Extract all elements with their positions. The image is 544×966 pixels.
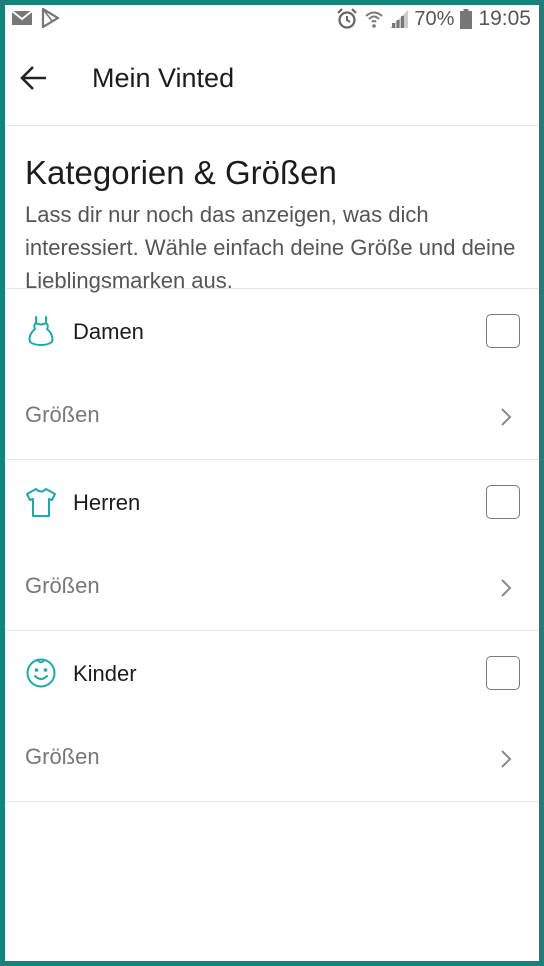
status-bar: 70% 19:05 [5,5,539,39]
chevron-right-icon [501,408,512,426]
app-screen: 70% 19:05 Mein Vinted Kategorien & Größe… [5,5,539,961]
sizes-label: Größen [25,402,100,427]
sizes-row-kinder[interactable]: Größen [5,715,539,801]
mail-icon [11,10,33,25]
category-section-kinder: Kinder Größen [5,631,539,802]
smiley-icon [26,658,56,688]
battery-percent: 70% [414,7,455,30]
category-checkbox-damen[interactable] [486,314,520,348]
page-header: Kategorien & Größen Lass dir nur noch da… [5,126,539,293]
category-label: Kinder [73,661,137,686]
chevron-right-icon [501,579,512,597]
category-checkbox-kinder[interactable] [486,656,520,690]
dress-icon [28,316,54,346]
category-section-herren: Herren Größen [5,460,539,631]
sizes-row-herren[interactable]: Größen [5,544,539,630]
category-checkbox-herren[interactable] [486,485,520,519]
category-row-damen[interactable]: Damen [5,289,539,373]
battery-icon [460,9,473,29]
system-status: 70% 19:05 [336,7,531,31]
clock: 19:05 [478,7,531,30]
chevron-right-icon [501,750,512,768]
sizes-label: Größen [25,573,100,598]
category-row-kinder[interactable]: Kinder [5,631,539,715]
notification-icons [11,8,59,28]
page-description: Lass dir nur noch das anzeigen, was dich… [25,202,516,293]
category-section-damen: Damen Größen [5,289,539,460]
sizes-row-damen[interactable]: Größen [5,373,539,459]
app-bar: Mein Vinted [5,39,539,126]
alarm-icon [337,8,358,29]
arrow-left-icon[interactable] [19,63,49,93]
play-store-icon [41,8,59,28]
category-row-herren[interactable]: Herren [5,460,539,544]
page-title: Kategorien & Größen [25,154,337,191]
app-bar-title: Mein Vinted [92,63,235,93]
sizes-label: Größen [25,744,100,769]
category-label: Damen [73,319,144,344]
tshirt-icon [26,488,56,517]
signal-icon [390,10,409,28]
wifi-icon [365,11,384,28]
category-label: Herren [73,490,141,515]
